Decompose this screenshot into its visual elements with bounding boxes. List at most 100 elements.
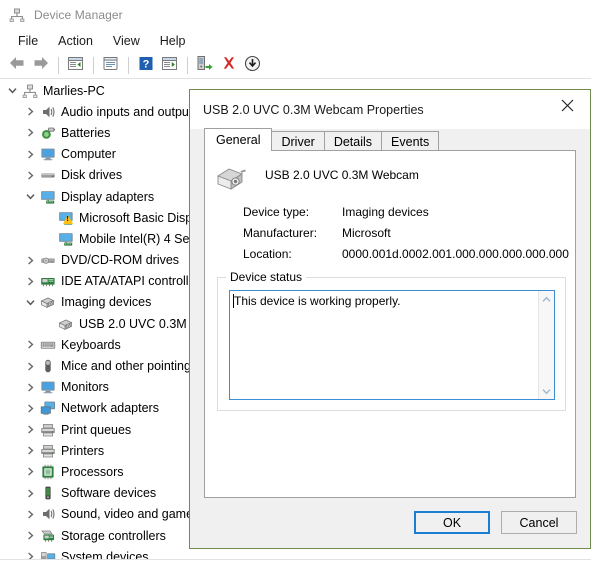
monitor-icon — [38, 379, 57, 395]
text-caret — [233, 294, 234, 308]
scroll-up-icon[interactable] — [539, 291, 554, 307]
chevron-right-icon[interactable] — [22, 398, 38, 419]
toolbar: ? — [0, 53, 591, 79]
device-properties-dialog: USB 2.0 UVC 0.3M Webcam Properties Gener… — [189, 89, 591, 549]
speaker-icon — [38, 104, 57, 120]
device-header: USB 2.0 UVC 0.3M Webcam — [215, 165, 419, 195]
tree-node-label: Batteries — [61, 125, 111, 140]
chevron-right-icon[interactable] — [22, 483, 38, 504]
scan-for-hardware-changes-icon — [196, 55, 214, 76]
tab-events[interactable]: Events — [381, 131, 440, 151]
chevron-down-icon[interactable] — [22, 186, 38, 207]
status-bar — [0, 559, 591, 570]
property-row: Device type: Imaging devices — [243, 201, 569, 222]
properties-button[interactable] — [99, 55, 122, 77]
close-icon[interactable] — [545, 90, 590, 121]
chevron-right-icon[interactable] — [22, 356, 38, 377]
tree-node-label: Imaging devices — [61, 295, 152, 310]
warning-triangle-icon — [63, 214, 73, 224]
device-name: USB 2.0 UVC 0.3M Webcam — [265, 168, 419, 182]
tab-driver[interactable]: Driver — [271, 131, 325, 151]
computer-node-icon — [20, 83, 39, 99]
disk-drive-icon — [38, 167, 57, 183]
chevron-right-icon[interactable] — [22, 461, 38, 482]
show-hide-console-tree-button[interactable] — [64, 55, 87, 77]
chevron-right-icon[interactable] — [22, 271, 38, 292]
ok-button[interactable]: OK — [414, 511, 490, 534]
display-adapter-warning-icon — [56, 210, 75, 226]
forward-icon — [32, 55, 50, 76]
cancel-button[interactable]: Cancel — [501, 511, 577, 534]
chevron-down-icon[interactable] — [4, 80, 20, 101]
chevron-right-icon[interactable] — [22, 377, 38, 398]
device-status-group: Device status This device is working pro… — [217, 270, 566, 411]
window-titlebar: Device Manager — [0, 0, 591, 29]
back-icon — [8, 55, 26, 76]
uninstall-device-icon — [221, 55, 237, 76]
keyboard-icon — [38, 337, 57, 353]
ide-controller-icon — [38, 273, 57, 289]
dialog-body: General Driver Details Events USB 2.0 UV… — [190, 128, 590, 548]
chevron-right-icon[interactable] — [22, 250, 38, 271]
chevron-right-icon[interactable] — [22, 101, 38, 122]
chevron-right-icon[interactable] — [22, 334, 38, 355]
tree-node-label: System devices — [61, 549, 149, 559]
forward-button[interactable] — [29, 55, 52, 77]
back-button[interactable] — [5, 55, 28, 77]
tree-node-label: Audio inputs and outputs — [61, 104, 199, 119]
device-status-textbox[interactable]: This device is working properly. — [229, 290, 555, 400]
chevron-right-icon[interactable] — [22, 440, 38, 461]
tree-node-label: Keyboards — [61, 337, 121, 352]
printer-icon — [38, 443, 57, 459]
network-adapter-icon — [38, 400, 57, 416]
chevron-right-icon[interactable] — [22, 122, 38, 143]
webcam-icon — [215, 165, 249, 195]
menu-view[interactable]: View — [103, 31, 150, 51]
scroll-down-icon[interactable] — [539, 383, 554, 399]
uninstall-device-button[interactable] — [217, 55, 240, 77]
chevron-right-icon[interactable] — [22, 419, 38, 440]
tab-strip: General Driver Details Events — [204, 128, 440, 151]
menu-action[interactable]: Action — [48, 31, 103, 51]
help-icon: ? — [138, 56, 154, 76]
show-hide-action-pane-button[interactable] — [158, 55, 181, 77]
property-key: Location: — [243, 246, 292, 261]
device-manager-icon — [9, 7, 25, 23]
scan-for-hardware-changes-button[interactable] — [193, 55, 216, 77]
tree-node-label: DVD/CD-ROM drives — [61, 253, 180, 268]
help-button[interactable]: ? — [134, 55, 157, 77]
tree-node-label: Storage controllers — [61, 528, 166, 543]
tab-general[interactable]: General — [204, 128, 273, 151]
toolbar-separator — [58, 57, 59, 74]
tree-node-label: Network adapters — [61, 401, 159, 416]
monitor-icon — [38, 146, 57, 162]
chevron-right-icon[interactable] — [22, 546, 38, 559]
battery-icon — [38, 125, 57, 141]
processor-icon — [38, 464, 57, 480]
display-adapter-icon — [56, 231, 75, 247]
property-value: 0000.001d.0002.001.000.000.000.000.000 — [342, 246, 569, 261]
tree-node-label: Printers — [61, 443, 105, 458]
storage-controller-icon — [38, 528, 57, 544]
tab-details[interactable]: Details — [323, 131, 383, 151]
tree-node-label: Disk drives — [61, 168, 123, 183]
mouse-icon — [38, 358, 57, 374]
tree-node-label: Marlies-PC — [43, 83, 105, 98]
chevron-right-icon[interactable] — [22, 504, 38, 525]
menu-help[interactable]: Help — [150, 31, 196, 51]
chevron-right-icon[interactable] — [22, 165, 38, 186]
device-properties-table: Device type: Imaging devices Manufacture… — [243, 201, 569, 264]
disable-device-icon — [244, 55, 261, 77]
chevron-right-icon[interactable] — [22, 144, 38, 165]
chevron-down-icon[interactable] — [22, 292, 38, 313]
disable-device-button[interactable] — [241, 55, 264, 77]
property-value: Microsoft — [342, 225, 391, 240]
chevron-right-icon[interactable] — [22, 525, 38, 546]
status-scrollbar[interactable] — [538, 291, 554, 399]
system-device-icon — [38, 549, 57, 559]
menu-file[interactable]: File — [8, 31, 48, 51]
device-status-text: This device is working properly. — [234, 294, 401, 308]
